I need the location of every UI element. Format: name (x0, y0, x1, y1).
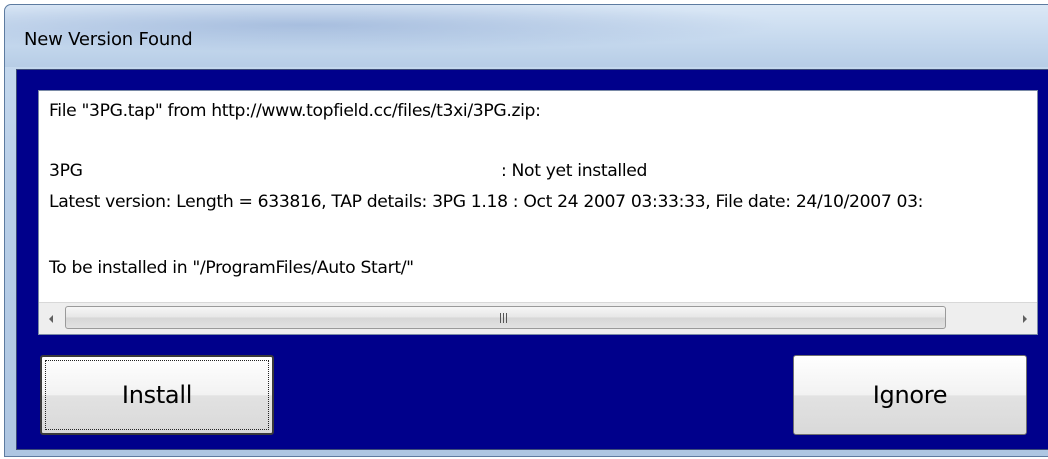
horizontal-scrollbar[interactable] (39, 302, 1037, 334)
scroll-left-arrow-icon[interactable] (39, 303, 63, 334)
scroll-right-arrow-icon[interactable] (1013, 303, 1037, 334)
dialog-window: New Version Found File "3PG.tap" from ht… (4, 4, 1048, 457)
dialog-client-area: File "3PG.tap" from http://www.topfield.… (16, 69, 1048, 450)
scroll-thumb[interactable] (65, 306, 946, 329)
package-name: 3PG (49, 161, 83, 181)
install-status: : Not yet installed (501, 161, 648, 181)
install-button[interactable]: Install (40, 355, 274, 435)
version-info-textbox[interactable]: File "3PG.tap" from http://www.topfield.… (38, 90, 1038, 335)
ignore-button[interactable]: Ignore (793, 355, 1027, 435)
latest-version-line: Latest version: Length = 633816, TAP det… (49, 192, 924, 212)
window-title: New Version Found (24, 29, 193, 50)
install-path-line: To be installed in "/ProgramFiles/Auto S… (49, 258, 414, 278)
file-source-line: File "3PG.tap" from http://www.topfield.… (49, 101, 541, 121)
scroll-grip-icon (500, 313, 508, 323)
title-bar[interactable]: New Version Found (5, 5, 1048, 67)
